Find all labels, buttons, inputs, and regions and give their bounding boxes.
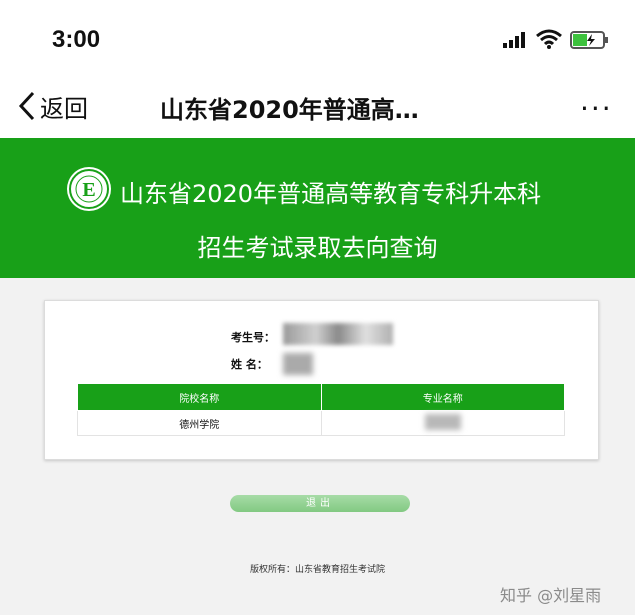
svg-text:E: E [82, 179, 95, 201]
redacted-exam-number [283, 323, 393, 345]
more-options-icon[interactable]: ··· [580, 92, 613, 125]
header-banner: E 山东省2020年普通高等教育专科升本科 招生考试录取去向查询 [0, 138, 635, 278]
cellular-signal-icon [503, 32, 525, 48]
status-time: 3:00 [52, 26, 101, 53]
copyright-text: 版权所有：山东省教育招生考试院 [249, 565, 385, 575]
watermark: 知乎 @刘星雨 [500, 586, 602, 605]
status-bar: 3:00 [0, 0, 635, 78]
wifi-icon [536, 29, 562, 49]
back-button[interactable]: 返回 [18, 88, 88, 124]
nav-bar: 返回 山东省2020年普通高… ··· [0, 78, 635, 138]
banner-title-line2: 招生考试录取去向查询 [197, 234, 438, 262]
exam-institute-logo: E [67, 167, 111, 211]
table-cell-major [320, 410, 565, 436]
exit-button[interactable]: 退出 [230, 495, 410, 512]
page-title: 山东省2020年普通高… [160, 96, 419, 124]
table-row: 德州学院 [77, 410, 565, 436]
column-header-major: 专业名称 [320, 383, 565, 411]
back-label: 返回 [40, 94, 88, 123]
table-cell-school: 德州学院 [77, 410, 322, 436]
name-label: 姓 名： [231, 358, 268, 371]
admission-table: 院校名称 专业名称 德州学院 [77, 383, 565, 436]
battery-charging-icon [570, 31, 608, 49]
column-header-school: 院校名称 [77, 383, 322, 411]
redacted-name [283, 353, 313, 375]
redacted-major [424, 413, 461, 430]
exam-number-label: 考生号： [231, 331, 275, 344]
chevron-left-icon [18, 91, 35, 121]
result-card: 考生号： 姓 名： 院校名称 专业名称 德州学院 [44, 300, 599, 460]
banner-title-line1: 山东省2020年普通高等教育专科升本科 [120, 180, 542, 208]
